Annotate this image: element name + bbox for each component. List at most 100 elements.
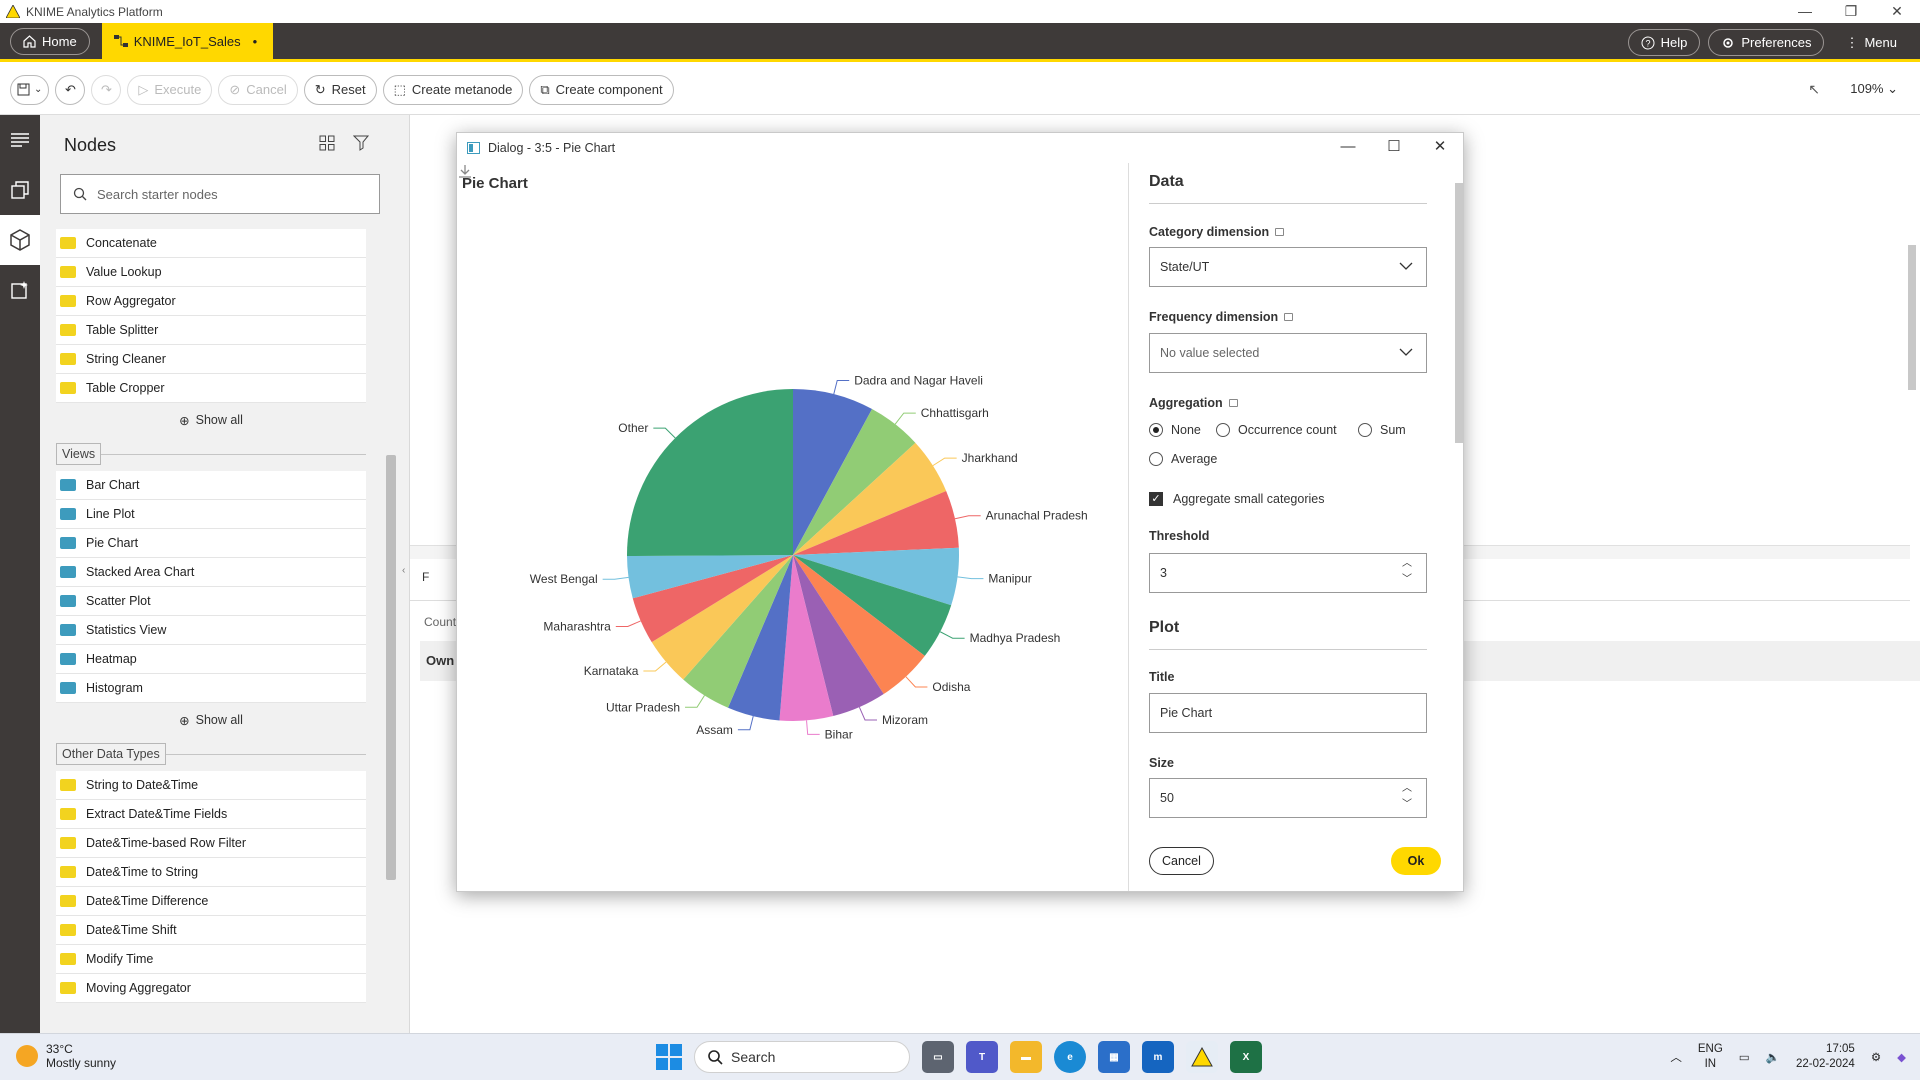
volume-icon[interactable]: 🔈 (1766, 1050, 1780, 1064)
weather-widget[interactable]: 33°C Mostly sunny (16, 1042, 116, 1070)
settings-scrollbar[interactable] (1455, 163, 1463, 831)
copilot-icon[interactable]: ◆ (1897, 1050, 1906, 1064)
file-explorer-icon[interactable]: ▬ (1010, 1041, 1042, 1073)
edge-icon[interactable]: e (1054, 1041, 1086, 1073)
notifications-icon[interactable]: ⚙ (1871, 1050, 1881, 1064)
minimize-button[interactable]: — (1782, 0, 1828, 23)
scrollbar-thumb[interactable] (1455, 183, 1463, 443)
node-item[interactable]: Date&Time Difference (56, 887, 366, 916)
cancel-button[interactable]: Cancel (1149, 847, 1214, 875)
node-item[interactable]: Value Lookup (56, 258, 366, 287)
preferences-button[interactable]: Preferences (1708, 29, 1825, 56)
weather-text: Mostly sunny (46, 1056, 117, 1070)
collapse-panel-icon[interactable]: ‹ (402, 565, 405, 576)
node-item[interactable]: Histogram (56, 674, 366, 703)
chevron-up-icon[interactable]: ︿ (1402, 558, 1412, 570)
node-item[interactable]: String to Date&Time (56, 771, 366, 800)
info-icon[interactable] (1284, 313, 1294, 321)
frequency-dimension-select[interactable]: No value selected (1149, 333, 1427, 373)
aggregation-none-radio[interactable]: None (1149, 423, 1201, 437)
menu-button[interactable]: ⋮ Menu (1832, 29, 1910, 56)
chevron-up-icon[interactable]: ︿ (1670, 1049, 1682, 1065)
node-item[interactable]: Row Aggregator (56, 287, 366, 316)
save-button[interactable]: ⌄ (10, 74, 50, 105)
panel-scrollbar[interactable] (386, 455, 396, 880)
node-item[interactable]: String Cleaner (56, 345, 366, 374)
home-icon (23, 34, 36, 48)
node-item[interactable]: Date&Time-based Row Filter (56, 829, 366, 858)
mobile-app-icon[interactable]: m (1142, 1041, 1174, 1073)
node-item[interactable]: Date&Time Shift (56, 916, 366, 945)
filter-icon[interactable] (353, 135, 371, 151)
threshold-stepper[interactable]: 3 ︿ ﹀ (1149, 553, 1427, 593)
node-item[interactable]: Scatter Plot (56, 587, 366, 616)
node-search-input[interactable]: Search starter nodes (60, 174, 380, 214)
chevron-up-icon[interactable]: ︿ (1402, 783, 1412, 795)
dialog-minimize-button[interactable]: — (1325, 133, 1371, 163)
rail-node-repository-tab[interactable] (0, 215, 40, 265)
node-item[interactable]: Table Cropper (56, 374, 366, 403)
create-component-button[interactable]: ⧉ Create component (529, 74, 674, 105)
close-window-button[interactable]: ✕ (1874, 0, 1920, 23)
chevron-down-icon[interactable]: ﹀ (1402, 574, 1412, 586)
info-icon[interactable] (1275, 228, 1285, 236)
canvas-vertical-scrollbar[interactable] (1908, 245, 1916, 390)
node-item[interactable]: Statistics View (56, 616, 366, 645)
rail-description-tab[interactable] (0, 115, 40, 165)
rail-space-explorer-tab[interactable] (0, 165, 40, 215)
node-item[interactable]: Bar Chart (56, 471, 366, 500)
ok-button[interactable]: Ok (1391, 847, 1441, 875)
node-item[interactable]: Extract Date&Time Fields (56, 800, 366, 829)
zoom-dropdown[interactable]: 109% ⌄ (1850, 81, 1898, 97)
teams-icon[interactable]: T (966, 1041, 998, 1073)
node-item[interactable]: Concatenate (56, 229, 366, 258)
workflow-tab[interactable]: KNIME_IoT_Sales • (101, 23, 274, 59)
maximize-button[interactable]: ❐ (1828, 0, 1874, 23)
show-all-button[interactable]: ⊕ Show all (56, 703, 366, 737)
grid-view-icon[interactable] (319, 135, 335, 151)
workflow-icon (113, 35, 128, 47)
reset-button[interactable]: ↻ Reset (303, 74, 377, 105)
bottom-panel-tab[interactable]: F (422, 570, 429, 584)
aggregation-occurrence-radio[interactable]: Occurrence count (1216, 423, 1337, 437)
size-stepper[interactable]: 50 ︿ ﹀ (1149, 778, 1427, 818)
node-item[interactable]: Date&Time to String (56, 858, 366, 887)
download-icon[interactable] (457, 163, 473, 179)
create-metanode-button[interactable]: ⬚ Create metanode (382, 74, 524, 105)
node-item[interactable]: Moving Aggregator (56, 974, 366, 1003)
store-icon[interactable]: ▦ (1098, 1041, 1130, 1073)
undo-button[interactable]: ↶ (55, 74, 86, 105)
taskbar-search[interactable]: Search (694, 1041, 910, 1073)
home-button[interactable]: Home (10, 27, 90, 55)
node-item[interactable]: Stacked Area Chart (56, 558, 366, 587)
dialog-maximize-button[interactable]: ☐ (1371, 133, 1417, 163)
info-icon[interactable] (1228, 399, 1238, 407)
node-item[interactable]: Table Splitter (56, 316, 366, 345)
excel-icon[interactable]: X (1230, 1041, 1262, 1073)
dialog-close-button[interactable]: ✕ (1417, 133, 1463, 163)
category-dimension-select[interactable]: State/UT (1149, 247, 1427, 287)
show-all-button[interactable]: ⊕ Show all (56, 403, 366, 437)
start-button[interactable] (656, 1044, 682, 1070)
knime-taskbar-icon[interactable] (1186, 1041, 1218, 1073)
node-item[interactable]: Pie Chart (56, 529, 366, 558)
rail-ai-assistant-tab[interactable] (0, 265, 40, 315)
language-indicator[interactable]: ENG IN (1698, 1042, 1723, 1072)
cancel-execution-button[interactable]: ⊘ Cancel (218, 74, 298, 105)
execute-button[interactable]: ▷ Execute (127, 74, 213, 105)
aggregation-sum-radio[interactable]: Sum (1358, 423, 1406, 437)
task-view-icon[interactable]: ▭ (922, 1041, 954, 1073)
network-icon[interactable]: ▭ (1739, 1050, 1750, 1064)
selection-mode-icon[interactable]: ↖ (1808, 81, 1820, 98)
clock[interactable]: 17:05 22-02-2024 (1796, 1042, 1855, 1072)
node-item[interactable]: Line Plot (56, 500, 366, 529)
pie-slice[interactable] (627, 389, 793, 557)
chevron-down-icon[interactable]: ﹀ (1402, 799, 1412, 811)
redo-button[interactable]: ↷ (91, 74, 122, 105)
title-input[interactable]: Pie Chart (1149, 693, 1427, 733)
aggregate-small-checkbox[interactable]: ✓ Aggregate small categories (1149, 492, 1324, 506)
node-item[interactable]: Modify Time (56, 945, 366, 974)
aggregation-average-radio[interactable]: Average (1149, 452, 1217, 466)
node-item[interactable]: Heatmap (56, 645, 366, 674)
help-button[interactable]: ? Help (1627, 29, 1701, 56)
